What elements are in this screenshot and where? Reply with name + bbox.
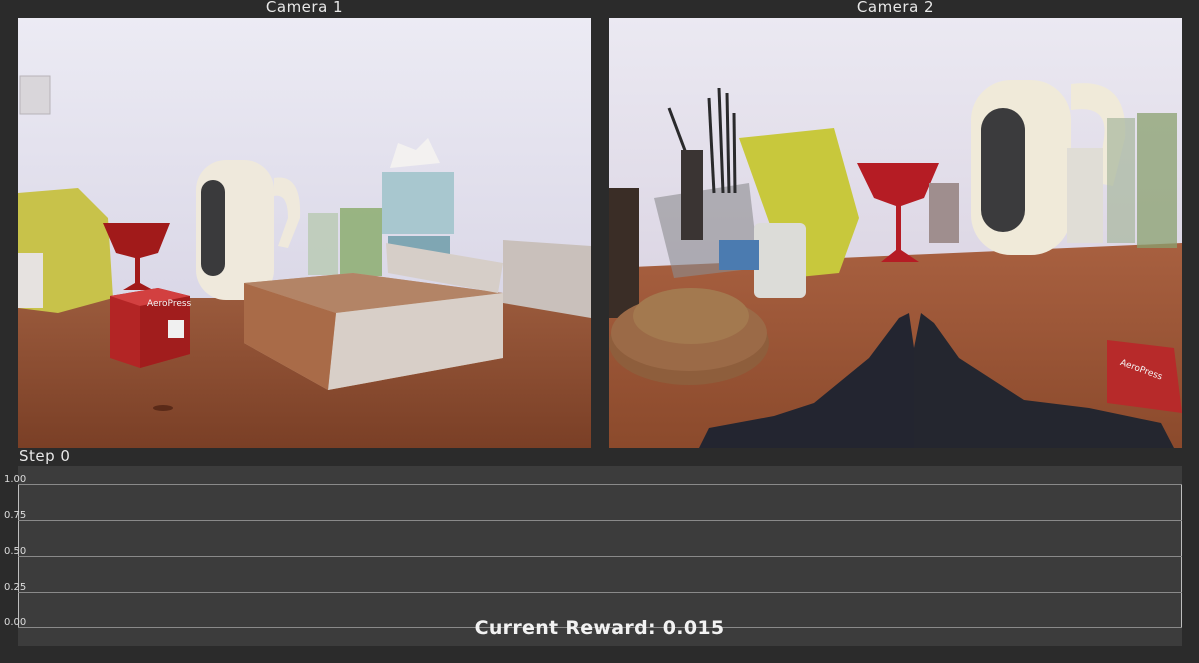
y-tick-label: 0.25 xyxy=(4,582,27,593)
gridline-0-75 xyxy=(18,520,1182,521)
camera-2-feed: AeroPress xyxy=(609,18,1182,448)
camera-1-title: Camera 1 xyxy=(265,0,344,16)
y-tick-label: 0.50 xyxy=(4,546,27,557)
camera-1-box-label: AeroPress xyxy=(147,299,192,309)
current-reward-text: Current Reward: 0.015 xyxy=(474,617,725,639)
gridline-0-50 xyxy=(18,556,1182,557)
y-tick-label: 0.75 xyxy=(4,510,27,521)
camera-1-feed: AeroPress xyxy=(18,18,591,448)
step-label: Step 0 xyxy=(19,447,71,465)
y-tick-label: 1.00 xyxy=(4,474,27,485)
gridline-0-25 xyxy=(18,592,1182,593)
gridline-1-00 xyxy=(18,484,1182,485)
camera-2-title: Camera 2 xyxy=(856,0,935,16)
